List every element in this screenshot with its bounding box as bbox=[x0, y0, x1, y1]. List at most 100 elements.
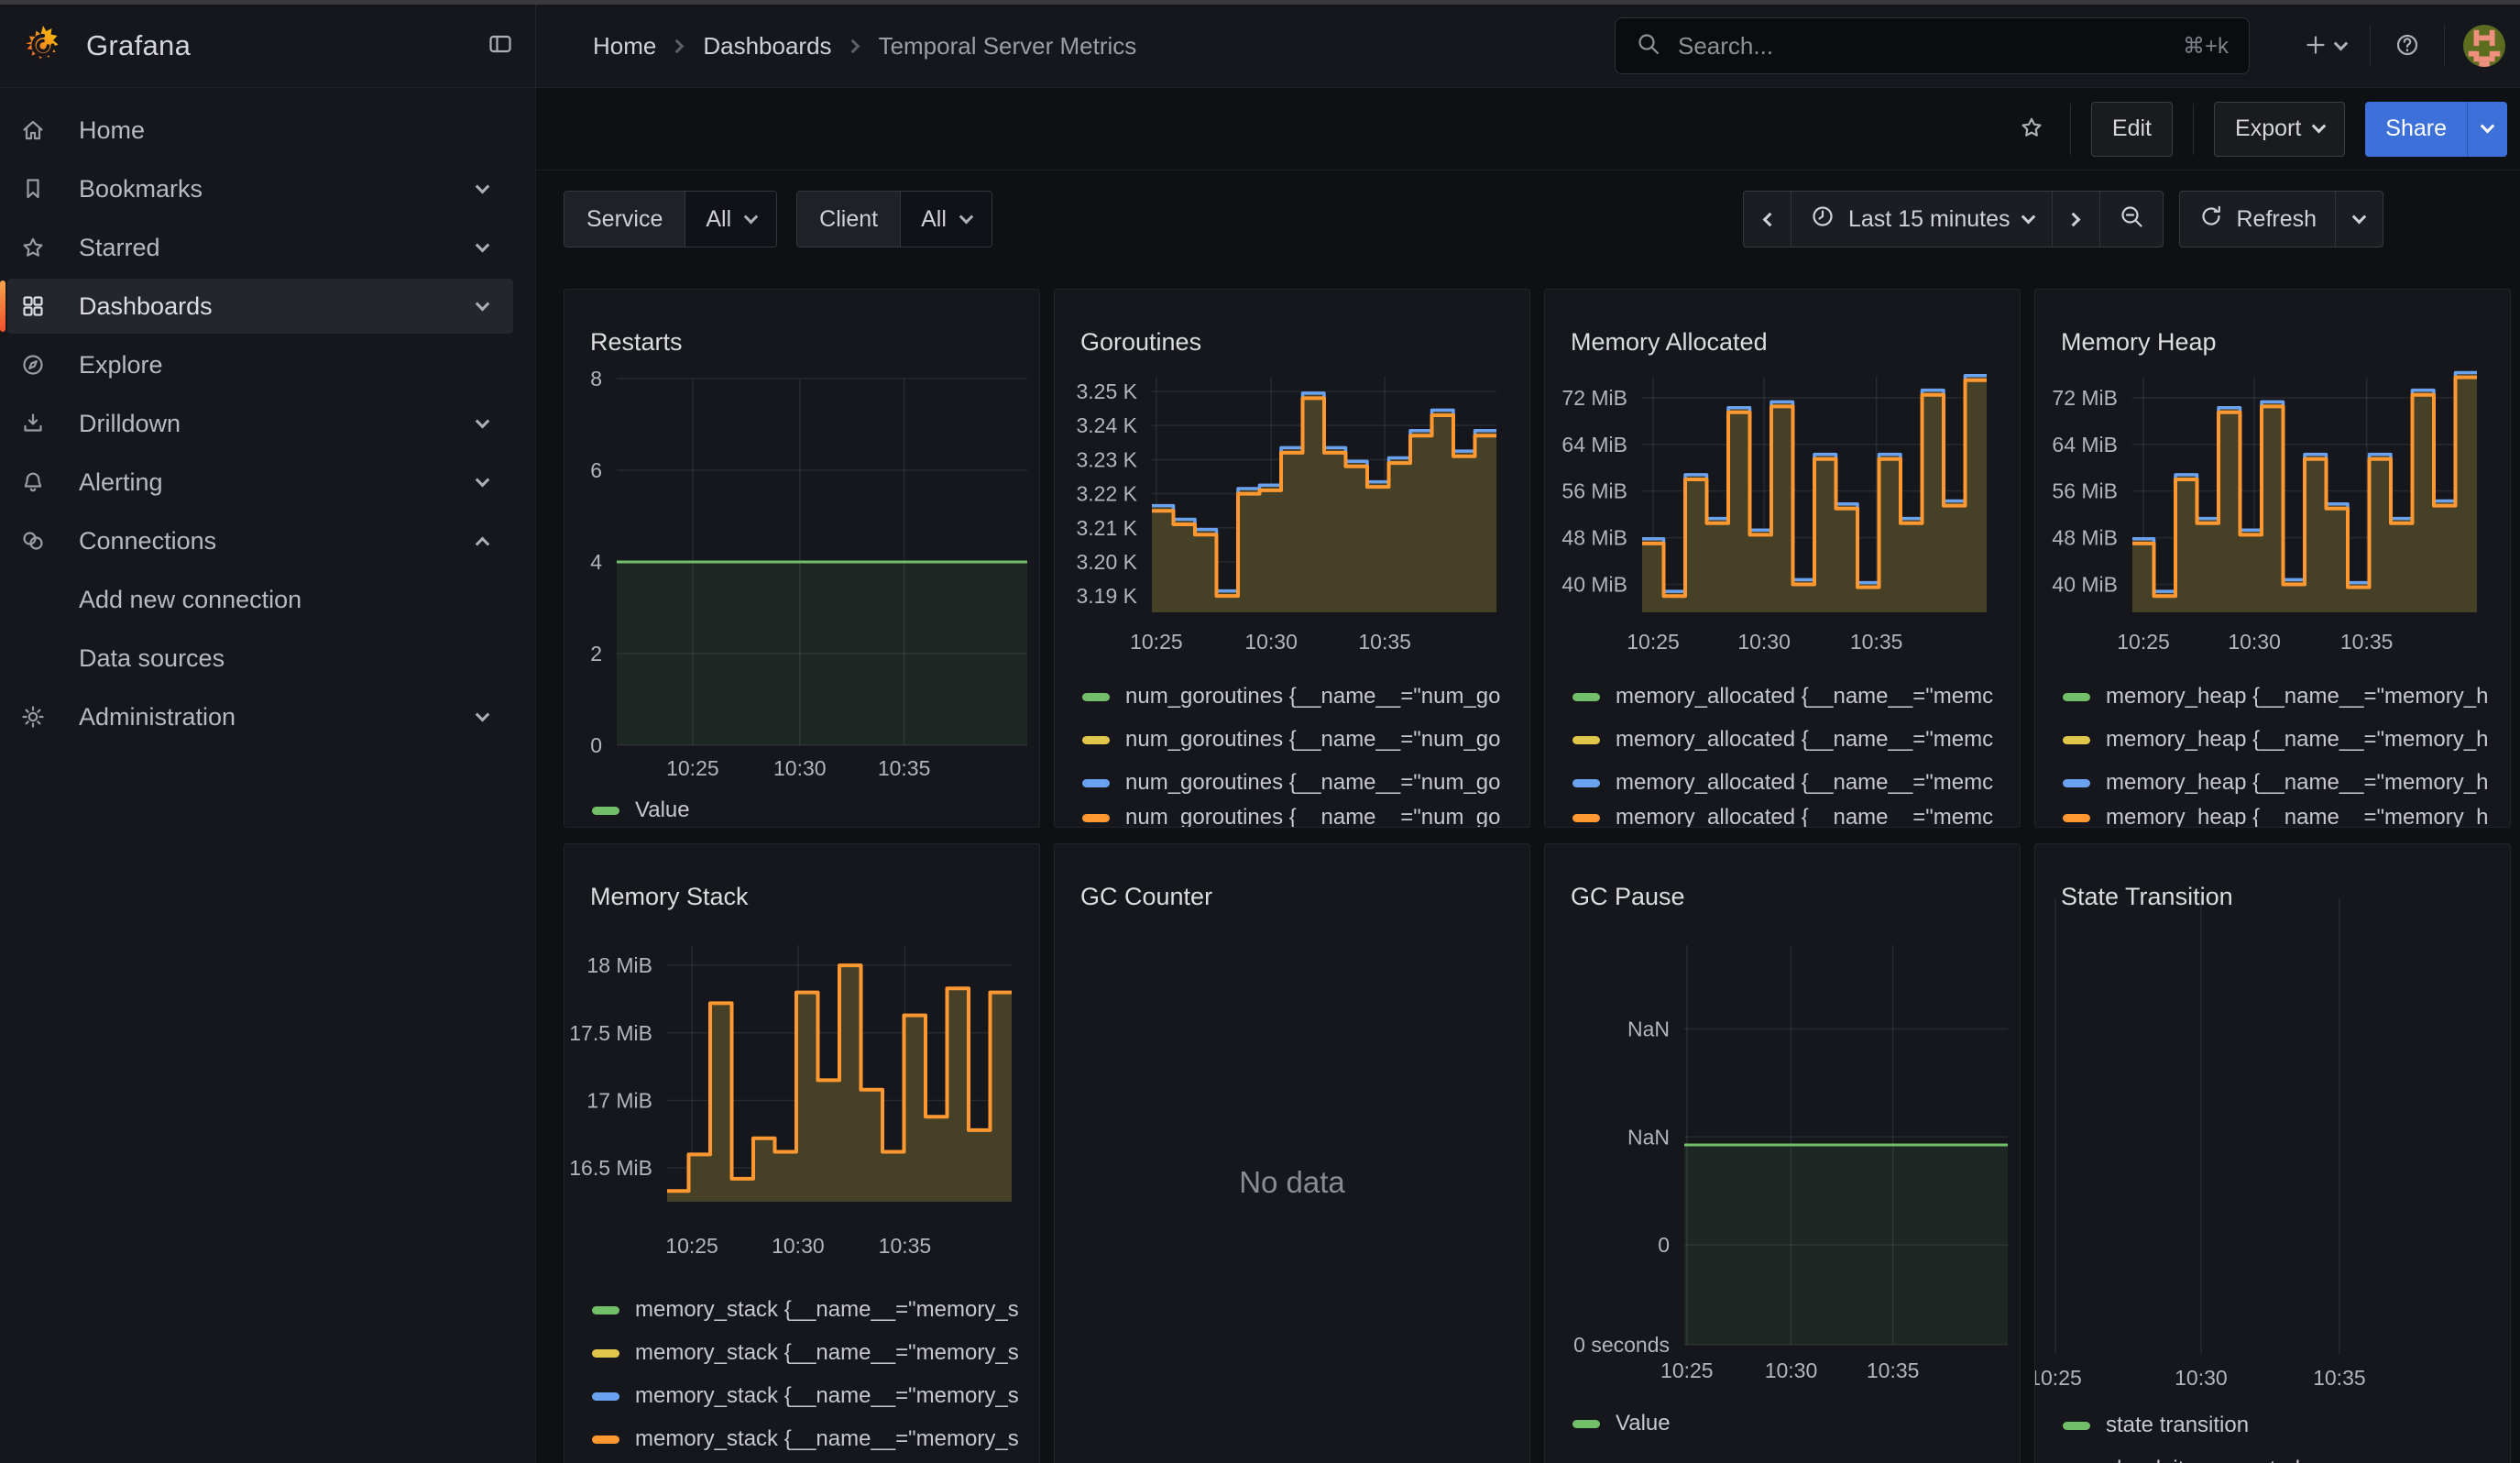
sidebar-item-add-new-connection[interactable]: Add new connection bbox=[7, 572, 513, 627]
sidebar-item-data-sources[interactable]: Data sources bbox=[7, 631, 513, 686]
y-axis-tick-label: 3.20 K bbox=[1077, 550, 1138, 574]
panel-title[interactable]: Goroutines bbox=[1080, 328, 1201, 357]
legend-label: memory_stack {__name__="memory_s bbox=[635, 1383, 1019, 1409]
breadcrumb-separator-icon bbox=[670, 38, 685, 53]
legend-item[interactable]: shard_item_created bbox=[2063, 1455, 2501, 1463]
panel-title[interactable]: GC Pause bbox=[1571, 883, 1685, 911]
legend-swatch-icon bbox=[2063, 693, 2090, 701]
divider bbox=[2193, 104, 2194, 155]
sidebar-item-starred[interactable]: Starred bbox=[7, 220, 513, 275]
y-axis-tick-label: 17 MiB bbox=[586, 1088, 652, 1112]
refresh-interval-button[interactable] bbox=[2335, 192, 2383, 247]
legend-item[interactable]: memory_stack {__name__="memory_s bbox=[592, 1424, 1030, 1454]
legend-item[interactable]: memory_stack {__name__="memory_s bbox=[592, 1381, 1030, 1411]
add-button[interactable] bbox=[2297, 27, 2351, 66]
panel-title[interactable]: Memory Stack bbox=[590, 883, 749, 911]
legend-item[interactable]: memory_heap {__name__="memory_h bbox=[2063, 803, 2501, 828]
chevron-down-icon bbox=[476, 179, 490, 193]
legend-item[interactable]: memory_heap {__name__="memory_h bbox=[2063, 768, 2501, 798]
legend-item[interactable]: memory_heap {__name__="memory_h bbox=[2063, 725, 2501, 754]
time-range-picker[interactable]: Last 15 minutes bbox=[1791, 192, 2052, 247]
legend-label: shard_item_created bbox=[2106, 1457, 2300, 1463]
legend-label: memory_heap {__name__="memory_h bbox=[2106, 770, 2488, 796]
sidebar-item-label: Explore bbox=[79, 351, 513, 380]
chevron-down-icon bbox=[2312, 119, 2327, 134]
sidebar-item-home[interactable]: Home bbox=[7, 103, 513, 158]
legend-swatch-icon bbox=[1572, 736, 1600, 744]
panel-left-icon bbox=[488, 31, 513, 61]
breadcrumb-item[interactable]: Dashboards bbox=[703, 32, 831, 60]
legend-swatch-icon bbox=[1082, 736, 1110, 744]
legend-item[interactable]: num_goroutines {__name__="num_go bbox=[1082, 725, 1520, 754]
legend-swatch-icon bbox=[2063, 1422, 2090, 1430]
legend-item[interactable]: memory_heap {__name__="memory_h bbox=[2063, 682, 2501, 711]
sidebar-item-dashboards[interactable]: Dashboards bbox=[7, 279, 513, 334]
legend-item[interactable]: memory_stack {__name__="memory_s bbox=[592, 1338, 1030, 1368]
zoom-out-button[interactable] bbox=[2099, 192, 2163, 247]
legend-item[interactable]: num_goroutines {__name__="num_go bbox=[1082, 768, 1520, 798]
help-button[interactable] bbox=[2389, 27, 2426, 66]
header-main: HomeDashboardsTemporal Server Metrics ⌘+… bbox=[536, 5, 2520, 87]
legend-item[interactable]: num_goroutines {__name__="num_go bbox=[1082, 682, 1520, 711]
legend-swatch-icon bbox=[1572, 1420, 1600, 1428]
panel-state-transition: State Transition 10:2510:3010:35 state t… bbox=[2034, 843, 2511, 1463]
share-button[interactable]: Share bbox=[2365, 102, 2467, 157]
share-dropdown-button[interactable] bbox=[2467, 102, 2507, 157]
legend-item[interactable]: Value bbox=[592, 796, 1030, 825]
search-input[interactable] bbox=[1676, 31, 2183, 61]
time-range-group: Last 15 minutes bbox=[1743, 191, 2164, 248]
refresh-button[interactable]: Refresh bbox=[2180, 192, 2336, 247]
sidebar-item-administration[interactable]: Administration bbox=[7, 689, 513, 744]
legend-item[interactable]: Value bbox=[1572, 1409, 2011, 1438]
time-shift-forward-button[interactable] bbox=[2052, 192, 2099, 247]
sidebar-item-explore[interactable]: Explore bbox=[7, 337, 513, 392]
search-box[interactable]: ⌘+k bbox=[1615, 17, 2250, 74]
panel-memory-heap: Memory Heap 72 MiB64 MiB56 MiB48 MiB40 M… bbox=[2034, 289, 2511, 828]
time-shift-back-button[interactable] bbox=[1744, 192, 1791, 247]
panel-gc-pause: GC Pause NaNNaN00 seconds10:2510:3010:35… bbox=[1544, 843, 2021, 1463]
chevron-up-icon bbox=[476, 536, 490, 551]
legend-label: num_goroutines {__name__="num_go bbox=[1125, 727, 1501, 753]
chevron-down-icon bbox=[476, 472, 490, 487]
panel-title[interactable]: State Transition bbox=[2061, 883, 2233, 911]
x-axis-tick-label: 10:30 bbox=[1765, 1358, 1818, 1382]
avatar[interactable] bbox=[2463, 25, 2505, 67]
export-button[interactable]: Export bbox=[2214, 102, 2345, 157]
edit-button[interactable]: Edit bbox=[2091, 102, 2173, 157]
y-axis-tick-label: 0 bbox=[1658, 1233, 1670, 1257]
chevron-down-icon bbox=[2021, 209, 2035, 224]
legend-swatch-icon bbox=[1082, 779, 1110, 787]
client-filter-value[interactable]: All bbox=[900, 192, 992, 247]
sidebar-item-alerting[interactable]: Alerting bbox=[7, 455, 513, 510]
panel-title[interactable]: GC Counter bbox=[1080, 883, 1212, 911]
legend-item[interactable]: memory_stack {__name__="memory_s bbox=[592, 1295, 1030, 1325]
legend-item[interactable]: memory_allocated {__name__="memc bbox=[1572, 768, 2011, 798]
star-icon bbox=[20, 235, 79, 260]
panel-title[interactable]: Memory Heap bbox=[2061, 328, 2217, 357]
sidebar-item-bookmarks[interactable]: Bookmarks bbox=[7, 161, 513, 216]
service-filter-value[interactable]: All bbox=[685, 192, 776, 247]
y-axis-tick-label: 72 MiB bbox=[2052, 386, 2118, 410]
x-axis-tick-label: 10:25 bbox=[666, 756, 719, 780]
refresh-group: Refresh bbox=[2179, 191, 2384, 248]
sidebar-item-connections[interactable]: Connections bbox=[7, 513, 513, 568]
search-shortcut: ⌘+k bbox=[2183, 33, 2229, 60]
series-area bbox=[1684, 1145, 2008, 1345]
favorite-star-button[interactable] bbox=[2013, 109, 2050, 148]
legend-item[interactable]: memory_allocated {__name__="memc bbox=[1572, 803, 2011, 828]
legend-item[interactable]: memory_allocated {__name__="memc bbox=[1572, 725, 2011, 754]
panel-title[interactable]: Memory Allocated bbox=[1571, 328, 1768, 357]
bookmark-icon bbox=[20, 176, 79, 202]
legend-item[interactable]: memory_allocated {__name__="memc bbox=[1572, 682, 2011, 711]
legend-item[interactable]: state transition bbox=[2063, 1411, 2501, 1440]
panel-memory-stack: Memory Stack 18 MiB17.5 MiB17 MiB16.5 Mi… bbox=[564, 843, 1040, 1463]
x-axis-tick-label: 10:25 bbox=[665, 1234, 718, 1258]
legend-label: memory_stack {__name__="memory_s bbox=[635, 1340, 1019, 1366]
sidebar-item-drilldown[interactable]: Drilldown bbox=[7, 396, 513, 451]
x-axis-tick-label: 10:30 bbox=[1244, 630, 1298, 654]
breadcrumb-item[interactable]: Home bbox=[593, 32, 656, 60]
dock-menu-icon[interactable] bbox=[488, 31, 513, 61]
panel-title[interactable]: Restarts bbox=[590, 328, 683, 357]
legend-label: memory_stack {__name__="memory_s bbox=[635, 1426, 1019, 1452]
legend-item[interactable]: num_goroutines {__name__="num_go bbox=[1082, 803, 1520, 828]
